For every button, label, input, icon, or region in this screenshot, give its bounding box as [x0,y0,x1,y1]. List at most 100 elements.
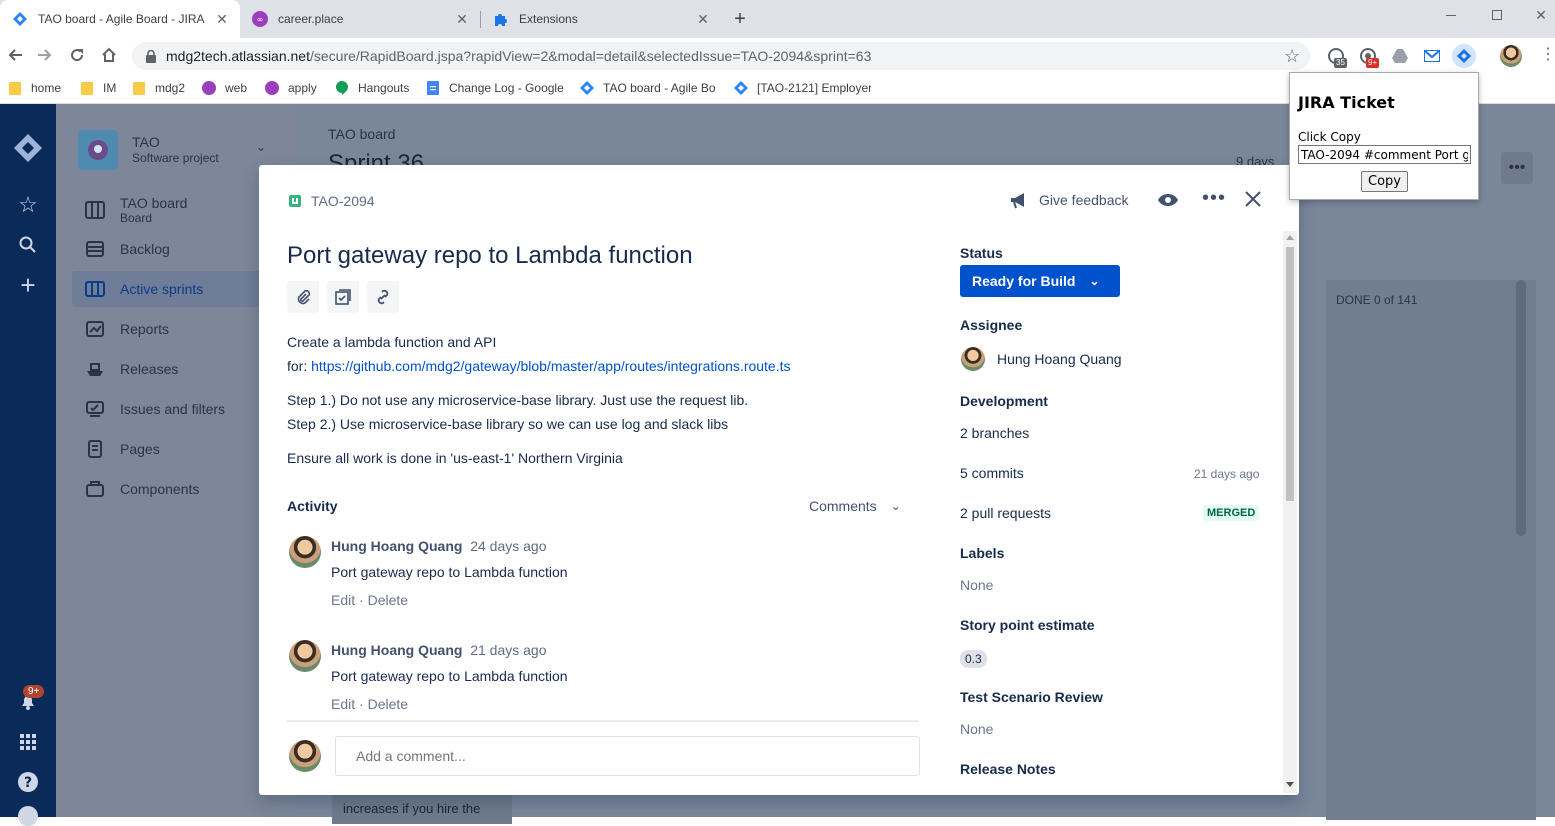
delete-comment-link[interactable]: Delete [368,696,408,712]
back-icon[interactable] [2,42,28,68]
minimize-icon[interactable] [1428,0,1474,30]
lock-icon[interactable] [146,49,156,63]
bookmark-apply[interactable]: apply [265,78,317,98]
status-dropdown[interactable]: Ready for Build ⌄ [960,265,1120,297]
extension-icon[interactable]: 9+ [1358,46,1380,68]
copy-button[interactable]: Copy [1361,171,1408,192]
jira-icon [580,81,594,95]
link-icon[interactable] [367,281,399,313]
bookmark-label: apply [288,81,317,95]
branches-link[interactable]: 2 branches [960,425,1029,441]
project-avatar[interactable] [78,130,118,170]
maximize-icon[interactable] [1474,0,1520,30]
board-scrollbar[interactable] [1516,280,1526,536]
comment-body: Port gateway repo to Lambda function [331,668,568,684]
comment-author[interactable]: Hung Hoang Quang [331,538,462,554]
close-tab-icon[interactable]: ✕ [214,11,230,27]
components-icon [84,478,106,500]
forward-icon[interactable] [32,42,58,68]
description-step-1: Step 1.) Do not use any microservice-bas… [287,392,749,408]
project-type: Software project [132,151,219,165]
add-comment-input[interactable] [335,736,920,776]
scrollbar-thumb[interactable] [1286,247,1294,501]
profile-avatar[interactable] [1500,45,1522,67]
pull-requests-link[interactable]: 2 pull requests [960,505,1051,521]
issues-icon [84,398,106,420]
google-docs-icon [426,81,440,95]
issue-key-link[interactable]: TAO-2094 [311,193,375,209]
delete-comment-link[interactable]: Delete [368,592,408,608]
close-tab-icon[interactable]: ✕ [695,11,711,27]
scroll-up-icon[interactable] [1286,235,1294,240]
folder-icon [8,81,22,95]
profile-icon[interactable] [18,806,38,826]
help-icon[interactable]: ? [12,766,44,798]
gmail-icon[interactable] [1422,46,1442,66]
story-icon [289,195,301,207]
comment-actions: Edit · Delete [331,592,409,608]
app-switcher-icon[interactable] [12,726,44,758]
jira-logo-icon[interactable] [12,132,44,164]
divider [287,720,919,722]
assignee-name[interactable]: Hung Hoang Quang [997,351,1122,367]
labels-label: Labels [960,545,1005,561]
chevron-down-icon[interactable]: ⌄ [256,140,266,154]
bookmark-web[interactable]: web [202,78,247,98]
home-icon[interactable] [96,42,122,68]
window-close-icon[interactable]: ✕ [1518,0,1555,30]
watch-eye-icon[interactable] [1157,191,1179,212]
more-icon[interactable]: ••• [1501,152,1533,184]
edit-comment-link[interactable]: Edit [331,696,355,712]
sidebar-item-label: Components [120,481,200,497]
commits-link[interactable]: 5 commits [960,465,1024,481]
attach-icon[interactable] [287,281,319,313]
create-icon[interactable]: + [12,269,44,301]
close-icon[interactable] [1245,191,1261,210]
tab-jira-board[interactable]: TAO board - Agile Board - JIRA ✕ [0,0,240,38]
modal-scrollbar[interactable] [1283,231,1297,793]
tab-title: TAO board - Agile Board - JIRA [38,12,205,26]
puzzle-icon [493,11,509,27]
extension-icon[interactable]: 35 [1326,46,1347,68]
tab-career-place[interactable]: ∞ career.place ✕ [240,0,480,38]
story-points-value[interactable]: 0.3 [960,650,987,668]
bookmark-home[interactable]: home [8,78,61,98]
close-tab-icon[interactable]: ✕ [454,11,470,27]
issue-summary[interactable]: Port gateway repo to Lambda function [287,242,693,270]
drive-icon[interactable] [1390,46,1410,66]
activity-filter-label: Comments [809,498,877,514]
bookmark-tao-2121[interactable]: [TAO-2121] Employer [734,78,871,98]
give-feedback-button[interactable]: Give feedback [1009,191,1129,209]
comment-avatar[interactable] [289,640,321,672]
ticket-text-input[interactable] [1298,145,1471,164]
labels-value[interactable]: None [960,577,993,593]
reload-icon[interactable] [64,42,90,68]
activity-filter-dropdown[interactable]: Comments ⌄ [809,498,901,514]
bookmark-change-log[interactable]: Change Log - Google [426,78,564,98]
chevron-down-icon: ⌄ [1089,274,1100,288]
tab-extensions[interactable]: Extensions ✕ [481,0,721,38]
bookmark-tao-board[interactable]: TAO board - Agile Bo [580,78,715,98]
more-actions-icon[interactable]: ••• [1202,187,1226,210]
svg-text:?: ? [24,775,32,791]
address-bar[interactable]: mdg2tech.atlassian.net/secure/RapidBoard… [132,42,1310,70]
edit-comment-link[interactable]: Edit [331,592,355,608]
scroll-down-icon[interactable] [1286,782,1294,787]
comment-header: Hung Hoang Quang 21 days ago [331,642,547,658]
chevron-down-icon: ⌄ [890,499,901,513]
bookmark-hangouts[interactable]: Hangouts [335,78,409,98]
comment-avatar[interactable] [289,536,321,568]
breadcrumb[interactable]: TAO board [328,126,395,142]
star-icon[interactable]: ☆ [12,189,44,221]
bookmark-star-icon[interactable]: ☆ [1284,46,1300,67]
child-issue-icon[interactable] [327,281,359,313]
comment-author[interactable]: Hung Hoang Quang [331,642,462,658]
bookmark-mdg2[interactable]: mdg2 [132,78,185,98]
test-scenario-value[interactable]: None [960,721,993,737]
github-link[interactable]: https://github.com/mdg2/gateway/blob/mas… [311,358,790,374]
chrome-menu-icon[interactable]: ⋮ [1540,46,1555,64]
bookmark-im[interactable]: IM [80,78,116,98]
jira-ticket-extension-icon[interactable] [1452,44,1476,68]
new-tab-icon[interactable]: + [730,8,750,30]
search-icon[interactable] [12,229,44,261]
